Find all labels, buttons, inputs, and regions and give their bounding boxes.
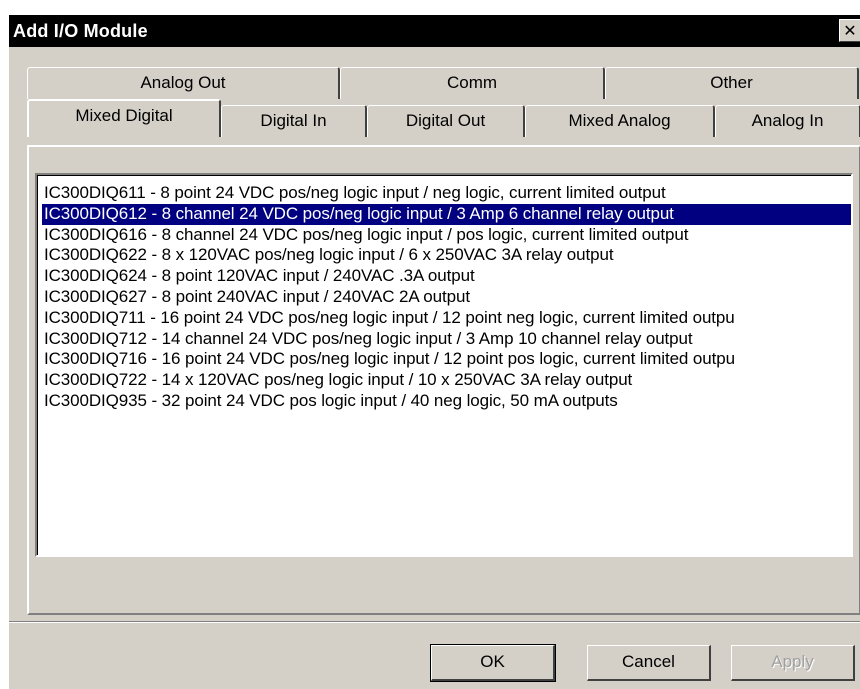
window-title: Add I/O Module <box>13 21 148 41</box>
close-button[interactable]: ✕ <box>839 19 860 42</box>
tab-label: Digital Out <box>405 111 486 130</box>
tab-label: Digital In <box>260 111 327 130</box>
tab-label: Mixed Analog <box>568 111 671 130</box>
list-item[interactable]: IC300DIQ712 - 14 channel 24 VDC pos/neg … <box>42 329 851 350</box>
tab-comm[interactable]: Comm <box>340 67 605 99</box>
list-item[interactable]: IC300DIQ616 - 8 channel 24 VDC pos/neg l… <box>42 225 851 246</box>
tab-label: Analog In <box>751 111 824 130</box>
tab-digital-out[interactable]: Digital Out <box>367 105 525 137</box>
tab-label: Analog Out <box>140 73 226 92</box>
module-list-items: IC300DIQ611 - 8 point 24 VDC pos/neg log… <box>37 175 851 555</box>
cancel-button[interactable]: Cancel <box>587 645 711 681</box>
list-item-selected[interactable]: IC300DIQ612 - 8 channel 24 VDC pos/neg l… <box>42 203 851 225</box>
module-list[interactable]: IC300DIQ611 - 8 point 24 VDC pos/neg log… <box>35 173 853 557</box>
add-io-module-dialog: Add I/O Module ✕ Analog Out Comm Other M… <box>8 14 860 689</box>
tab-mixed-digital[interactable]: Mixed Digital <box>27 99 221 137</box>
list-item[interactable]: IC300DIQ711 - 16 point 24 VDC pos/neg lo… <box>42 308 851 329</box>
separator <box>9 621 860 623</box>
list-item[interactable]: IC300DIQ716 - 16 point 24 VDC pos/neg lo… <box>42 349 851 370</box>
tab-analog-in[interactable]: Analog In <box>715 105 860 137</box>
tab-label: Comm <box>446 73 498 92</box>
list-item[interactable]: IC300DIQ624 - 8 point 120VAC input / 240… <box>42 266 851 287</box>
title-bar[interactable]: Add I/O Module ✕ <box>9 15 860 47</box>
tab-analog-out[interactable]: Analog Out <box>27 67 340 99</box>
tab-label: Other <box>710 73 753 92</box>
list-item[interactable]: IC300DIQ935 - 32 point 24 VDC pos logic … <box>42 391 851 412</box>
list-item[interactable]: IC300DIQ627 - 8 point 240VAC input / 240… <box>42 287 851 308</box>
tab-label: Mixed Digital <box>75 106 173 125</box>
tab-other[interactable]: Other <box>605 67 859 99</box>
list-item[interactable]: IC300DIQ722 - 14 x 120VAC pos/neg logic … <box>42 370 851 391</box>
list-item[interactable]: IC300DIQ622 - 8 x 120VAC pos/neg logic i… <box>42 245 851 266</box>
ok-button[interactable]: OK <box>430 644 556 682</box>
list-item[interactable]: IC300DIQ611 - 8 point 24 VDC pos/neg log… <box>42 183 851 204</box>
close-icon: ✕ <box>843 22 857 40</box>
tab-digital-in[interactable]: Digital In <box>221 105 367 137</box>
tab-mixed-analog[interactable]: Mixed Analog <box>525 105 715 137</box>
apply-button[interactable]: Apply <box>731 645 855 681</box>
